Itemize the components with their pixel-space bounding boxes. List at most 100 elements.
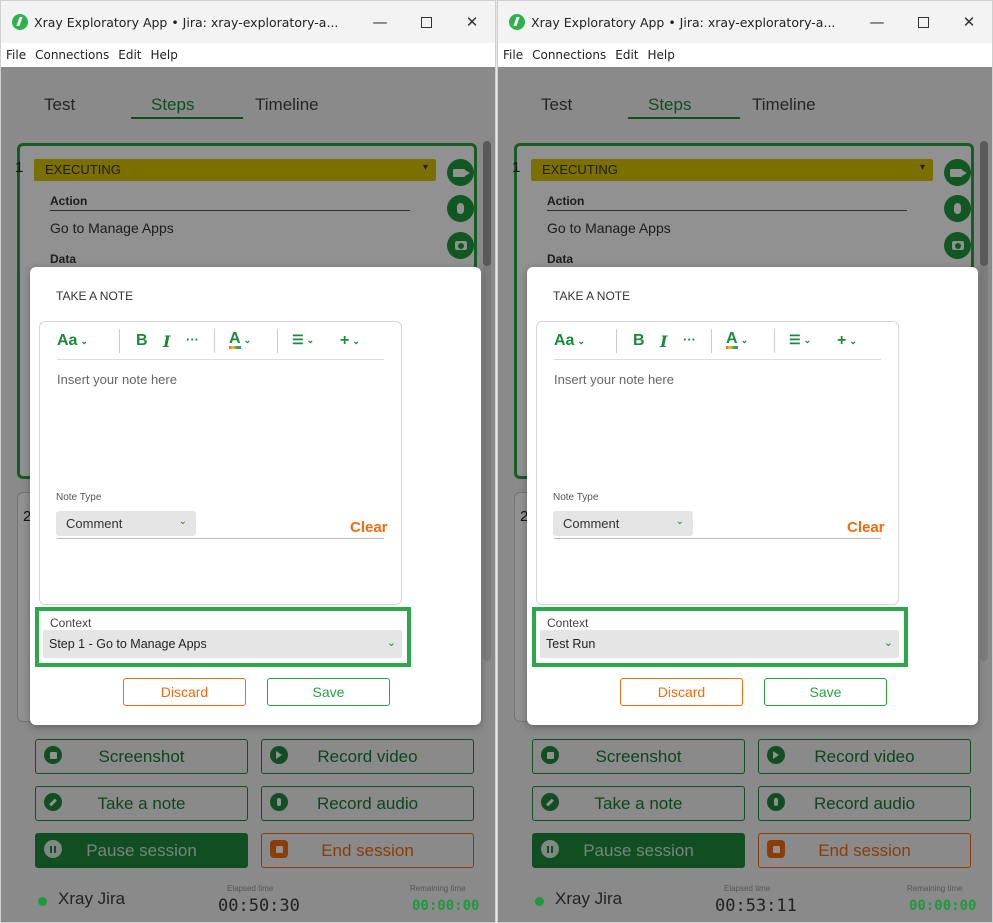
chevron-down-icon: ⌄: [178, 516, 187, 527]
clear-button[interactable]: Clear: [350, 519, 388, 536]
note-type-value: Comment: [66, 516, 123, 531]
chevron-down-icon: ⌄: [306, 334, 315, 345]
toolbar-separator: [214, 329, 215, 353]
menu-file[interactable]: File: [503, 48, 523, 62]
connection-status-icon: [38, 897, 47, 906]
app-logo-icon: [12, 14, 28, 30]
title-bar: Xray Exploratory App • Jira: xray-explor…: [1, 1, 495, 43]
menu-edit[interactable]: Edit: [615, 48, 638, 62]
italic-button[interactable]: I: [660, 332, 667, 351]
elapsed-time-value: 00:53:11: [715, 896, 797, 916]
app-window-right: Xray Exploratory App • Jira: xray-explor…: [497, 0, 993, 923]
note-editor[interactable]: Aa ⌄ B I ··· A ⌄ ☰ ⌄ + ⌄ Insert your note he…: [39, 321, 402, 605]
more-formatting-button[interactable]: ···: [683, 332, 696, 347]
editor-toolbar: Aa ⌄ B I ··· A ⌄ ☰ ⌄ + ⌄: [57, 322, 384, 360]
editor-bottom-border: [57, 538, 384, 539]
minimize-icon: —: [372, 13, 388, 31]
context-value: Step 1 - Go to Manage Apps: [49, 637, 207, 651]
minimize-button[interactable]: —: [357, 1, 403, 43]
chevron-down-icon: ⌄: [386, 637, 396, 649]
clear-button[interactable]: Clear: [847, 519, 885, 536]
more-formatting-button[interactable]: ···: [186, 332, 199, 347]
toolbar-separator: [277, 329, 278, 353]
close-icon: ✕: [465, 13, 479, 31]
toolbar-separator: [711, 329, 712, 353]
note-type-select[interactable]: Comment ⌄: [56, 511, 196, 536]
discard-button[interactable]: Discard: [123, 678, 246, 706]
take-note-dialog: TAKE A NOTE Aa ⌄ B I ··· A ⌄ ☰ ⌄ + ⌄ Insert …: [30, 267, 481, 725]
elapsed-time-value: 00:50:30: [218, 896, 300, 916]
text-color-button[interactable]: A ⌄: [726, 331, 748, 349]
title-bar: Xray Exploratory App • Jira: xray-explor…: [498, 1, 992, 43]
menu-help[interactable]: Help: [151, 48, 178, 62]
menu-connections[interactable]: Connections: [35, 48, 109, 62]
chevron-down-icon: ⌄: [243, 335, 252, 345]
italic-button[interactable]: I: [163, 332, 170, 351]
font-style-button[interactable]: Aa ⌄: [554, 332, 585, 350]
context-select[interactable]: Test Run ⌄: [540, 630, 899, 658]
remaining-time-label: Remaining time: [907, 884, 963, 893]
note-editor[interactable]: Aa ⌄ B I ··· A ⌄ ☰ ⌄ + ⌄ Insert your note he…: [536, 321, 899, 605]
note-type-select[interactable]: Comment ⌄: [553, 511, 693, 536]
text-color-icon: A: [229, 330, 241, 349]
chevron-down-icon: ⌄: [352, 335, 360, 346]
font-style-label: Aa: [57, 332, 78, 349]
list-icon: ☰: [292, 332, 304, 347]
toolbar-separator: [774, 329, 775, 353]
toolbar-separator: [616, 329, 617, 353]
save-button[interactable]: Save: [267, 678, 390, 706]
note-input-placeholder[interactable]: Insert your note here: [57, 372, 177, 387]
bold-button[interactable]: B: [633, 332, 645, 350]
discard-button[interactable]: Discard: [620, 678, 743, 706]
remaining-time-label: Remaining time: [410, 884, 466, 893]
insert-button[interactable]: + ⌄: [340, 332, 360, 350]
maximize-button[interactable]: [403, 1, 449, 43]
minimize-button[interactable]: —: [854, 1, 900, 43]
dialog-title: TAKE A NOTE: [553, 289, 631, 303]
insert-button[interactable]: + ⌄: [837, 332, 857, 350]
close-button[interactable]: ✕: [946, 1, 992, 43]
footer-brand: Xray Jira: [58, 889, 126, 908]
plus-icon: +: [340, 332, 350, 349]
context-select[interactable]: Step 1 - Go to Manage Apps ⌄: [43, 630, 402, 658]
context-label: Context: [50, 616, 92, 630]
bold-button[interactable]: B: [136, 332, 148, 350]
menu-connections[interactable]: Connections: [532, 48, 606, 62]
list-button[interactable]: ☰ ⌄: [292, 332, 314, 348]
menu-file[interactable]: File: [6, 48, 26, 62]
minimize-icon: —: [869, 13, 885, 31]
dialog-title: TAKE A NOTE: [56, 289, 134, 303]
footer-brand: Xray Jira: [555, 889, 623, 908]
toolbar-separator: [119, 329, 120, 353]
context-label: Context: [547, 616, 589, 630]
window-title: Xray Exploratory App • Jira: xray-explor…: [531, 14, 836, 30]
close-icon: ✕: [962, 13, 976, 31]
chevron-down-icon: ⌄: [803, 334, 812, 345]
menu-edit[interactable]: Edit: [118, 48, 141, 62]
plus-icon: +: [837, 332, 847, 349]
maximize-icon: [420, 16, 432, 28]
font-style-button[interactable]: Aa ⌄: [57, 332, 88, 350]
text-color-button[interactable]: A ⌄: [229, 330, 252, 349]
list-button[interactable]: ☰ ⌄: [789, 332, 811, 348]
save-button[interactable]: Save: [764, 678, 887, 706]
close-button[interactable]: ✕: [449, 1, 495, 43]
app-logo-icon: [509, 14, 525, 30]
menu-bar: File Connections Edit Help: [498, 43, 992, 67]
elapsed-time-label: Elapsed time: [724, 884, 771, 893]
chevron-down-icon: ⌄: [675, 516, 684, 527]
maximize-button[interactable]: [900, 1, 946, 43]
menu-bar: File Connections Edit Help: [1, 43, 495, 67]
note-type-label: Note Type: [553, 492, 599, 503]
list-icon: ☰: [789, 332, 801, 347]
connection-status-icon: [535, 897, 544, 906]
elapsed-time-label: Elapsed time: [227, 884, 274, 893]
editor-toolbar: Aa ⌄ B I ··· A ⌄ ☰ ⌄ + ⌄: [554, 322, 881, 360]
menu-help[interactable]: Help: [648, 48, 675, 62]
remaining-time-value: 00:00:00: [412, 898, 480, 914]
take-note-dialog: TAKE A NOTE Aa ⌄ B I ··· A ⌄ ☰ ⌄ + ⌄ Insert …: [527, 267, 978, 725]
chevron-down-icon: ⌄: [883, 637, 893, 649]
note-input-placeholder[interactable]: Insert your note here: [554, 372, 674, 387]
window-title: Xray Exploratory App • Jira: xray-explor…: [34, 14, 339, 30]
chevron-down-icon: ⌄: [577, 335, 585, 346]
